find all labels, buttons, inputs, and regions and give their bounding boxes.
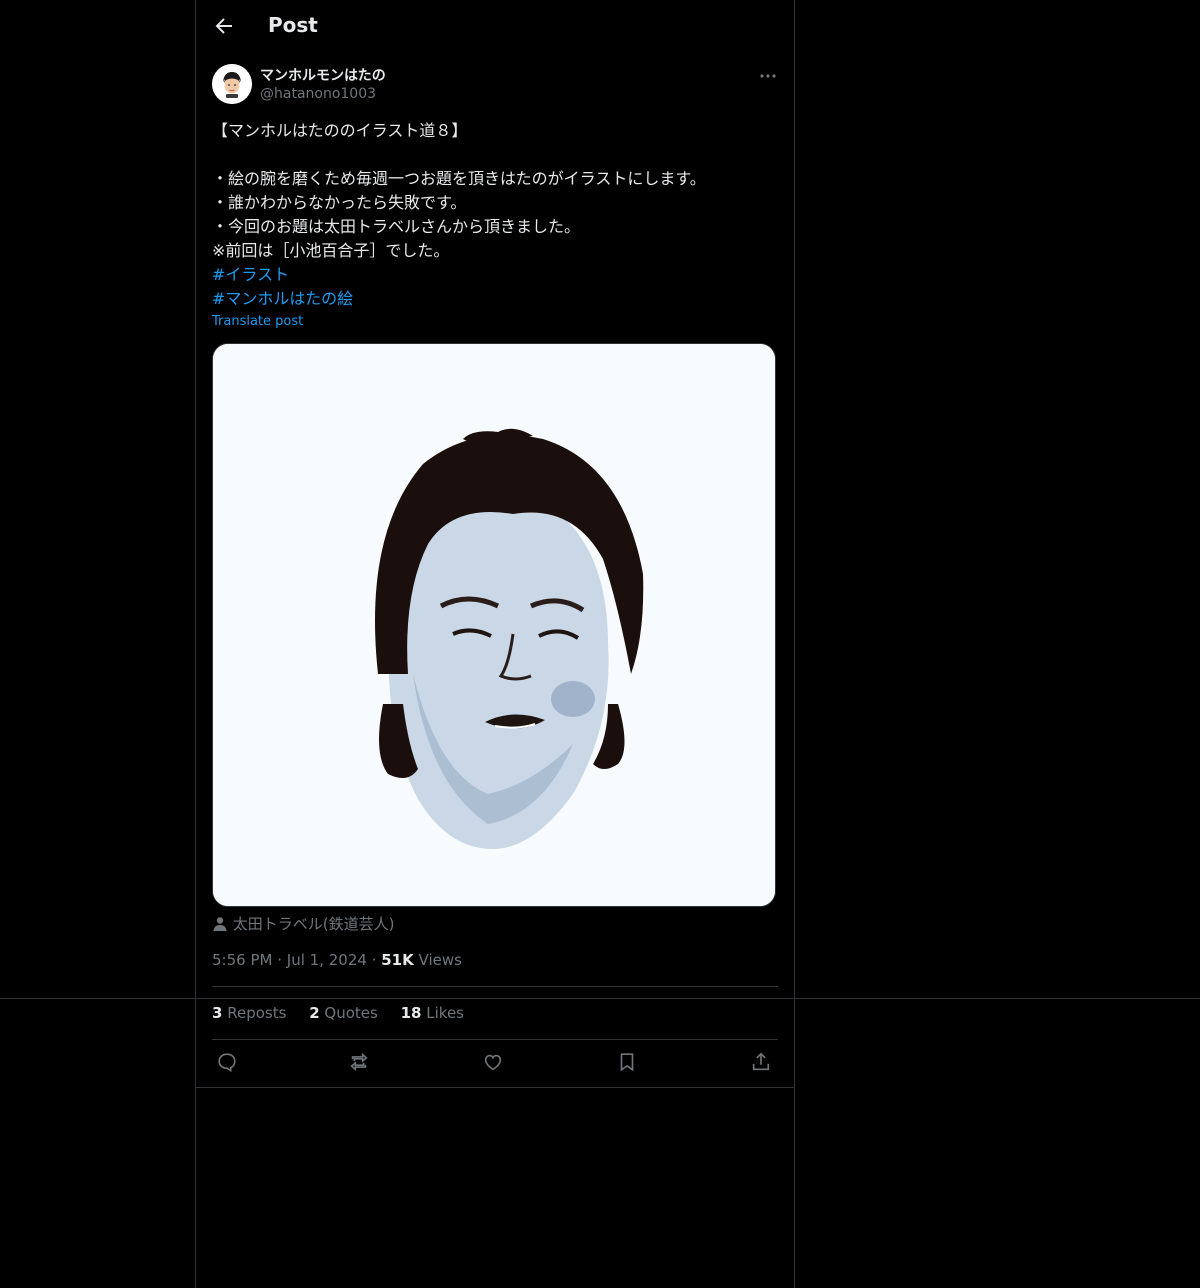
avatar-image [212, 64, 252, 104]
translate-post-link[interactable]: Translate post [212, 314, 303, 329]
post-text: 【マンホルはたののイラスト道８】 ・絵の腕を磨くため毎週一つお題を頂きはたのがイ… [212, 119, 772, 311]
views-label: Views [418, 951, 462, 969]
repost-icon [350, 1052, 368, 1072]
post-meta: 5:56 PM · Jul 1, 2024 · 51K Views [212, 951, 462, 969]
quotes-count: 2 [309, 1004, 320, 1022]
tagged-person[interactable]: 太田トラベル(鉄道芸人) [212, 913, 395, 934]
reply-icon [218, 1053, 236, 1073]
reposts-label: Reposts [227, 1004, 287, 1022]
back-arrow-icon [215, 18, 232, 34]
avatar[interactable] [212, 64, 252, 104]
engagement-stats: 3 Reposts 2 Quotes 18 Likes [212, 1004, 482, 1022]
divider [196, 1087, 794, 1088]
author-handle[interactable]: @hatanono1003 [260, 86, 376, 102]
top-bar: Post [196, 0, 794, 53]
person-icon [213, 916, 227, 931]
portrait-illustration [213, 344, 775, 906]
separator-dot: · [371, 951, 382, 969]
likes-count: 18 [400, 1004, 422, 1022]
author-display-name[interactable]: マンホルモンはたの [260, 65, 386, 85]
more-icon [760, 74, 776, 78]
likes-stat[interactable]: 18 Likes [401, 1004, 464, 1022]
post-line [212, 143, 772, 167]
bookmark-button[interactable] [616, 1051, 640, 1075]
action-bar [212, 1051, 778, 1077]
repost-button[interactable] [348, 1051, 372, 1075]
divider [212, 986, 778, 987]
hashtag-link[interactable]: #マンホルはたの絵 [212, 289, 353, 308]
post-image[interactable] [212, 343, 776, 907]
separator-dot: · [277, 951, 287, 969]
divider [212, 1039, 778, 1040]
post-line: 【マンホルはたののイラスト道８】 [212, 121, 468, 140]
post-line: ・絵の腕を磨くため毎週一つお題を頂きはたのがイラストにします。 [212, 169, 706, 188]
hashtag-link[interactable]: #イラスト [212, 265, 289, 284]
bookmark-icon [620, 1053, 634, 1072]
reposts-stat[interactable]: 3 Reposts [212, 1004, 286, 1022]
reply-button[interactable] [216, 1051, 240, 1075]
more-options-button[interactable] [756, 64, 780, 88]
reposts-count: 3 [212, 1004, 223, 1022]
page-title: Post [268, 13, 318, 37]
back-button[interactable] [212, 14, 236, 38]
share-button[interactable] [750, 1051, 774, 1075]
post-time[interactable]: 5:56 PM [212, 951, 272, 969]
views-count: 51K [381, 951, 414, 969]
like-icon [484, 1054, 502, 1071]
horizontal-rule [0, 998, 1200, 999]
quotes-label: Quotes [324, 1004, 378, 1022]
likes-label: Likes [426, 1004, 464, 1022]
share-icon [752, 1052, 770, 1071]
post-line: ※前回は［小池百合子］でした。 [212, 241, 450, 260]
post-column: Post マンホルモンはたの @hatanono1003 【マンホルはたののイラ… [195, 0, 795, 1288]
post-line: ・今回のお題は太田トラベルさんから頂きました。 [212, 217, 581, 236]
tagged-person-name: 太田トラベル(鉄道芸人) [232, 915, 395, 933]
post-date[interactable]: Jul 1, 2024 [287, 951, 367, 969]
post-line: ・誰かわからなかったら失敗です。 [212, 193, 467, 212]
quotes-stat[interactable]: 2 Quotes [309, 1004, 378, 1022]
like-button[interactable] [482, 1051, 506, 1075]
